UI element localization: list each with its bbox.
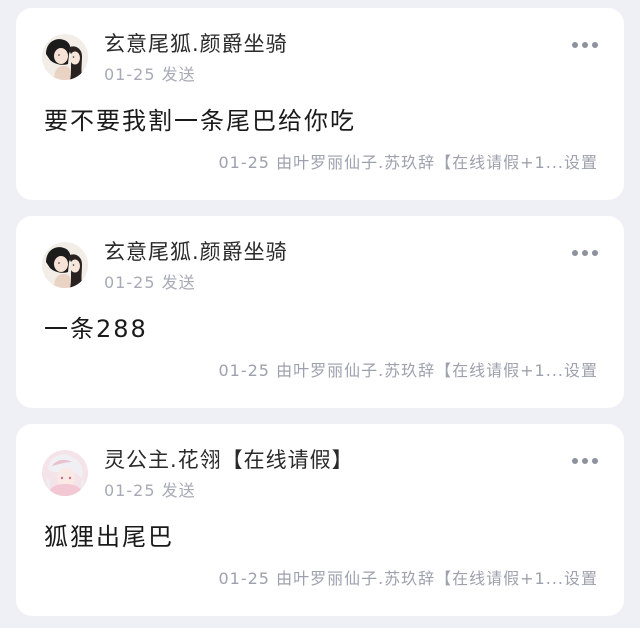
- dot: [592, 42, 598, 48]
- more-options-icon[interactable]: [568, 454, 602, 468]
- message-text: 要不要我割一条尾巴给你吃: [44, 107, 356, 135]
- message-meta[interactable]: 01-25 由叶罗丽仙子.苏玖辞【在线请假+1...设置: [218, 149, 598, 173]
- dot: [592, 458, 598, 464]
- post-time: 01-25 发送: [104, 273, 196, 292]
- message-text: 一条288: [44, 315, 148, 343]
- dot: [582, 458, 588, 464]
- message-meta[interactable]: 01-25 由叶罗丽仙子.苏玖辞【在线请假+1...设置: [218, 565, 598, 589]
- dot: [572, 458, 578, 464]
- message-card[interactable]: 玄意尾狐.颜爵坐骑 01-25 发送 一条288 01-25 由叶罗丽仙子.苏玖…: [16, 216, 624, 408]
- message-card[interactable]: 玄意尾狐.颜爵坐骑 01-25 发送 要不要我割一条尾巴给你吃 01-25 由叶…: [16, 8, 624, 200]
- dot: [592, 250, 598, 256]
- dot: [572, 250, 578, 256]
- author-name[interactable]: 玄意尾狐.颜爵坐骑: [104, 236, 288, 266]
- more-options-icon[interactable]: [568, 246, 602, 260]
- message-card[interactable]: 灵公主.花翎【在线请假】 01-25 发送 狐狸出尾巴 01-25 由叶罗丽仙子…: [16, 424, 624, 616]
- couple-avatar-icon[interactable]: [42, 34, 88, 80]
- post-time: 01-25 发送: [104, 65, 196, 84]
- message-text: 狐狸出尾巴: [44, 523, 174, 551]
- message-meta[interactable]: 01-25 由叶罗丽仙子.苏玖辞【在线请假+1...设置: [218, 357, 598, 381]
- dot: [582, 250, 588, 256]
- anime-girl-avatar-icon[interactable]: [42, 450, 88, 496]
- author-name[interactable]: 灵公主.花翎【在线请假】: [104, 444, 354, 474]
- dot: [572, 42, 578, 48]
- more-options-icon[interactable]: [568, 38, 602, 52]
- author-name[interactable]: 玄意尾狐.颜爵坐骑: [104, 28, 288, 58]
- couple-avatar-icon[interactable]: [42, 242, 88, 288]
- post-time: 01-25 发送: [104, 481, 196, 500]
- dot: [582, 42, 588, 48]
- message-feed: 玄意尾狐.颜爵坐骑 01-25 发送 要不要我割一条尾巴给你吃 01-25 由叶…: [0, 0, 640, 628]
